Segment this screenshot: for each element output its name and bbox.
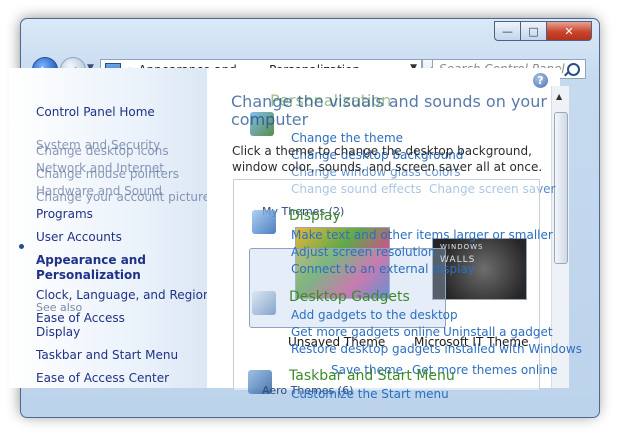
see-also-display-link[interactable]: Display (36, 325, 80, 339)
sidebar-item-programs[interactable]: Programs (36, 207, 93, 221)
current-section-bullet (19, 244, 24, 249)
display-heading[interactable]: Display (289, 208, 341, 224)
text-size-link[interactable]: Make text and other items larger or smal… (291, 228, 553, 242)
walls-logo-text: WINDOWS (440, 243, 484, 251)
help-button[interactable]: ? (533, 73, 548, 88)
theme-description: Click a theme to change the desktop back… (232, 144, 543, 174)
page-title: Change the visuals and sounds on your (231, 92, 547, 111)
help-icon: ? (537, 74, 544, 87)
minimize-button[interactable]: — (494, 21, 521, 41)
sidebar-item-appearance[interactable]: Appearance and Personalization (36, 253, 186, 283)
scroll-thumb[interactable] (554, 112, 568, 264)
screen-resolution-link[interactable]: Adjust screen resolution (291, 245, 436, 259)
sidebar-item-user-accounts[interactable]: User Accounts (36, 230, 122, 244)
see-also-taskbar-link[interactable]: Taskbar and Start Menu (36, 348, 178, 362)
desktop-gadgets-heading[interactable]: Desktop Gadgets (289, 289, 410, 305)
external-display-link[interactable]: Connect to an external display (291, 262, 475, 276)
add-gadgets-link[interactable]: Add gadgets to the desktop (291, 308, 458, 322)
change-desktop-icons-link[interactable]: Change desktop icons (36, 144, 169, 158)
customize-start-menu-link[interactable]: Customize the Start menu (291, 387, 449, 401)
caption-buttons: — □ ✕ (494, 21, 592, 41)
maximize-button[interactable]: □ (521, 21, 547, 41)
sidebar-item-ease-of-access[interactable]: Ease of Access (36, 311, 125, 325)
change-mouse-pointers-link[interactable]: Change mouse pointers (36, 167, 179, 181)
display-category-icon (252, 210, 276, 234)
close-button[interactable]: ✕ (547, 21, 592, 41)
page-title-line2: computer (231, 110, 309, 129)
left-navigation-pane: Control Panel Home System and Security N… (9, 68, 211, 388)
gadgets-category-icon (252, 291, 276, 315)
search-icon[interactable] (567, 63, 580, 76)
see-also-ease-center-link[interactable]: Ease of Access Center (36, 371, 169, 385)
scroll-up-icon[interactable]: ▲ (556, 92, 562, 101)
restore-gadgets-link[interactable]: Restore desktop gadgets installed with W… (291, 342, 582, 356)
sidebar-item-clock-language[interactable]: Clock, Language, and Region (36, 288, 211, 302)
change-account-picture-link[interactable]: Change your account picture (36, 190, 210, 204)
control-panel-home-link[interactable]: Control Panel Home (36, 105, 155, 119)
taskbar-start-menu-heading[interactable]: Taskbar and Start Menu (289, 368, 455, 384)
